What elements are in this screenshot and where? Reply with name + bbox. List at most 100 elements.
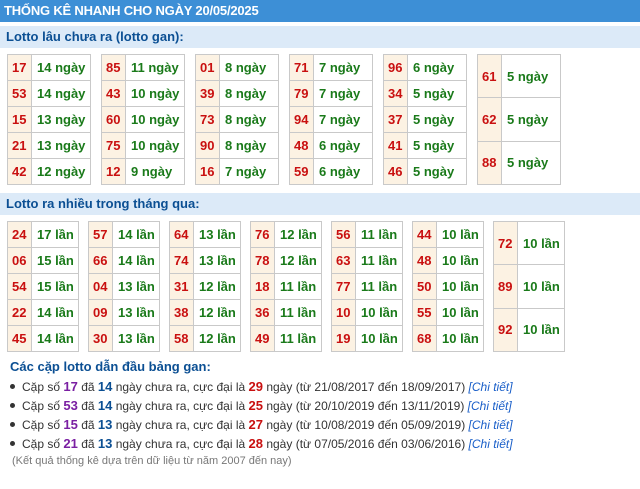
leader-max: 28: [248, 436, 263, 451]
gan-count: 8 ngày: [219, 54, 279, 81]
gan-count: 7 ngày: [313, 106, 373, 133]
nhieu-count: 10 lần: [436, 221, 484, 248]
leader-days: 13: [97, 417, 113, 432]
nhieu-count: 11 lần: [274, 273, 322, 300]
gan-group: 85 11 ngày 43 10 ngày 60 10 ngày 75 10 ngày 12 9 …: [101, 54, 185, 185]
gan-number: 17: [7, 54, 32, 81]
gan-number: 34: [383, 80, 408, 107]
nhieu-row: 56 11 lần: [331, 221, 403, 248]
leaders-heading: Các cặp lotto dẫn đầu bảng gan:: [10, 359, 211, 374]
gan-count: 10 ngày: [125, 132, 185, 159]
nhieu-count: 11 lần: [355, 273, 403, 300]
nhieu-row: 58 12 lần: [169, 325, 241, 352]
gan-number: 90: [195, 132, 220, 159]
leader-pair: 53: [63, 398, 78, 413]
gan-row: 90 8 ngày: [195, 132, 279, 159]
nhieu-count: 13 lần: [112, 299, 160, 326]
nhieu-row: 31 12 lần: [169, 273, 241, 300]
nhieu-count: 11 lần: [274, 325, 322, 352]
nhieu-count: 10 lần: [517, 307, 565, 353]
leader-item: Cặp số 53 đã 14 ngày chưa ra, cực đại là…: [8, 396, 640, 415]
nhieu-row: 10 10 lần: [331, 299, 403, 326]
nhieu-row: 48 10 lần: [412, 247, 484, 274]
nhieu-row: 06 15 lần: [7, 247, 79, 274]
nhieu-number: 48: [412, 247, 437, 274]
leader-pair: 17: [63, 379, 78, 394]
gan-number: 12: [101, 158, 126, 185]
gan-number: 85: [101, 54, 126, 81]
leader-da: đã: [81, 418, 95, 432]
gan-row: 61 5 ngày: [477, 53, 561, 99]
nhieu-number: 74: [169, 247, 194, 274]
nhieu-count: 10 lần: [436, 299, 484, 326]
nhieu-row: 19 10 lần: [331, 325, 403, 352]
gan-row: 17 14 ngày: [7, 54, 91, 81]
gan-number: 21: [7, 132, 32, 159]
nhieu-number: 64: [169, 221, 194, 248]
nhieu-section-heading: Lotto ra nhiều trong tháng qua:: [0, 193, 640, 215]
nhieu-group: 72 10 lần 89 10 lần 92 10 lần: [493, 220, 565, 353]
gan-count: 5 ngày: [501, 53, 561, 99]
nhieu-row: 54 15 lần: [7, 273, 79, 300]
gan-count: 6 ngày: [313, 158, 373, 185]
nhieu-count: 11 lần: [274, 299, 322, 326]
nhieu-row: 76 12 lần: [250, 221, 322, 248]
nhieu-count: 10 lần: [436, 325, 484, 352]
gan-count: 9 ngày: [125, 158, 185, 185]
gan-number: 88: [477, 140, 502, 186]
gan-groups: 17 14 ngày 53 14 ngày 15 13 ngày 21 13 ngày 42 12…: [0, 48, 640, 186]
leader-chuara: ngày chưa ra, cực đại là: [115, 418, 246, 432]
nhieu-count: 12 lần: [274, 221, 322, 248]
nhieu-count: 12 lần: [193, 299, 241, 326]
leader-ngay: ngày: [266, 437, 293, 451]
gan-row: 43 10 ngày: [101, 80, 185, 107]
nhieu-count: 10 lần: [436, 273, 484, 300]
leaders-list: Cặp số 17 đã 14 ngày chưa ra, cực đại là…: [8, 377, 640, 453]
gan-row: 16 7 ngày: [195, 158, 279, 185]
gan-group: 17 14 ngày 53 14 ngày 15 13 ngày 21 13 ngày 42 12…: [7, 54, 91, 185]
gan-row: 37 5 ngày: [383, 106, 467, 133]
nhieu-count: 13 lần: [112, 273, 160, 300]
gan-number: 73: [195, 106, 220, 133]
nhieu-count: 14 lần: [112, 247, 160, 274]
gan-row: 42 12 ngày: [7, 158, 91, 185]
gan-count: 8 ngày: [219, 80, 279, 107]
gan-row: 73 8 ngày: [195, 106, 279, 133]
nhieu-count: 10 lần: [517, 220, 565, 266]
detail-link[interactable]: [Chi tiết]: [469, 380, 513, 394]
nhieu-number: 50: [412, 273, 437, 300]
gan-number: 15: [7, 106, 32, 133]
leader-max: 29: [248, 379, 263, 394]
nhieu-number: 68: [412, 325, 437, 352]
gan-row: 60 10 ngày: [101, 106, 185, 133]
nhieu-count: 11 lần: [355, 247, 403, 274]
nhieu-count: 17 lần: [31, 221, 79, 248]
nhieu-row: 57 14 lần: [88, 221, 160, 248]
leader-range: (từ 07/05/2016 đến 03/06/2016): [295, 437, 466, 451]
nhieu-number: 44: [412, 221, 437, 248]
nhieu-row: 44 10 lần: [412, 221, 484, 248]
leader-da: đã: [81, 437, 95, 451]
leader-da: đã: [81, 380, 95, 394]
nhieu-number: 45: [7, 325, 32, 352]
gan-row: 01 8 ngày: [195, 54, 279, 81]
nhieu-number: 30: [88, 325, 113, 352]
nhieu-count: 12 lần: [193, 273, 241, 300]
gan-count: 5 ngày: [407, 106, 467, 133]
gan-number: 01: [195, 54, 220, 81]
detail-link[interactable]: [Chi tiết]: [469, 418, 513, 432]
nhieu-number: 55: [412, 299, 437, 326]
nhieu-number: 24: [7, 221, 32, 248]
nhieu-number: 04: [88, 273, 113, 300]
nhieu-number: 38: [169, 299, 194, 326]
leader-ngay: ngày: [266, 418, 293, 432]
leader-prefix: Cặp số: [22, 418, 61, 432]
nhieu-row: 30 13 lần: [88, 325, 160, 352]
nhieu-row: 74 13 lần: [169, 247, 241, 274]
nhieu-number: 76: [250, 221, 275, 248]
nhieu-row: 18 11 lần: [250, 273, 322, 300]
detail-link[interactable]: [Chi tiết]: [469, 437, 513, 451]
gan-number: 48: [289, 132, 314, 159]
nhieu-group: 44 10 lần 48 10 lần 50 10 lần 55 10 lần 68 10 lần: [412, 221, 484, 352]
detail-link[interactable]: [Chi tiết]: [468, 399, 512, 413]
